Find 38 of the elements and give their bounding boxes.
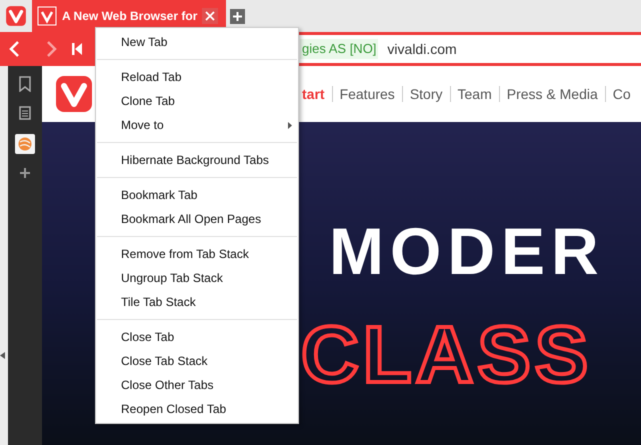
nav-link[interactable]: Co [612,84,631,104]
rewind-icon[interactable] [72,43,82,55]
menu-item[interactable]: Close Other Tabs [96,373,298,397]
nav-link[interactable]: Team [458,84,492,104]
certificate-badge: gies AS [NO] [300,39,378,59]
menu-item[interactable]: Bookmark All Open Pages [96,207,298,231]
hero-headline: MODER [329,218,605,284]
menu-item[interactable]: Bookmark Tab [96,183,298,207]
new-tab-icon[interactable] [230,8,245,24]
nav-link[interactable]: Features [340,84,395,104]
menu-item[interactable]: Ungroup Tab Stack [96,266,298,290]
collapse-arrow-icon[interactable] [0,352,5,359]
tab-title: A New Web Browser for [62,8,198,25]
url-text: vivaldi.com [387,40,457,58]
notes-icon[interactable] [19,106,31,120]
add-panel-icon[interactable] [20,168,30,178]
address-field[interactable]: gies AS [NO] vivaldi.com [298,35,641,63]
submenu-arrow-icon [288,122,292,128]
back-icon[interactable] [8,40,22,58]
menu-item[interactable]: Reopen Closed Tab [96,397,298,421]
site-logo [54,74,94,114]
menu-item[interactable]: Remove from Tab Stack [96,242,298,266]
menu-item[interactable]: Clone Tab [96,89,298,113]
menu-item[interactable]: Reload Tab [96,65,298,89]
hero-subheadline: CLASS [301,310,592,400]
nav-link[interactable]: Story [410,84,442,104]
nav-link[interactable]: tart [302,84,325,104]
tab-favicon-icon [37,6,57,26]
menu-item[interactable]: Hibernate Background Tabs [96,148,298,172]
nav-link[interactable]: Press & Media [506,84,598,104]
menu-item[interactable]: New Tab [96,30,298,54]
menu-item[interactable]: Tile Tab Stack [96,290,298,314]
menu-item[interactable]: Close Tab Stack [96,349,298,373]
close-icon[interactable] [202,8,218,24]
browser-logo [5,5,27,27]
menu-item[interactable]: Move to [96,113,298,137]
menu-item[interactable]: Close Tab [96,325,298,349]
bookmark-icon[interactable] [19,76,31,92]
